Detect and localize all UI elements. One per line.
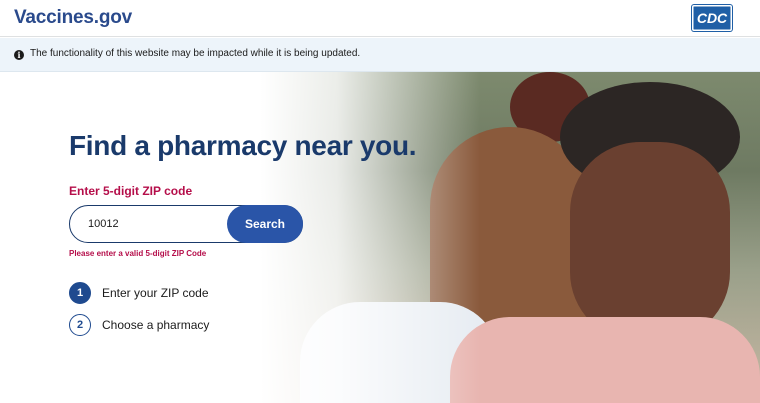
step-label: Choose a pharmacy <box>102 318 210 332</box>
page-title: Find a pharmacy near you. <box>69 130 417 161</box>
site-header: Vaccines.gov CDC <box>0 0 760 37</box>
site-logo[interactable]: Vaccines.gov <box>14 7 132 29</box>
zip-code-input[interactable] <box>88 216 208 232</box>
step-number-badge: 2 <box>69 314 91 336</box>
alert-message: The functionality of this website may be… <box>30 48 361 59</box>
hero-photo-detail <box>570 142 730 342</box>
zip-error-message: Please enter a valid 5-digit ZIP Code <box>69 249 207 258</box>
hero-section: Find a pharmacy near you. Enter 5-digit … <box>0 72 760 403</box>
zip-search-form: Search <box>69 204 303 243</box>
zip-code-label: Enter 5-digit ZIP code <box>69 184 193 198</box>
hero-photo-detail <box>450 317 760 403</box>
search-button[interactable]: Search <box>227 204 303 243</box>
site-alert-banner: i The functionality of this website may … <box>0 38 760 72</box>
step-number-badge: 1 <box>69 282 91 304</box>
info-icon: i <box>14 50 24 60</box>
step-label: Enter your ZIP code <box>102 286 209 300</box>
cdc-logo[interactable]: CDC <box>692 5 732 31</box>
